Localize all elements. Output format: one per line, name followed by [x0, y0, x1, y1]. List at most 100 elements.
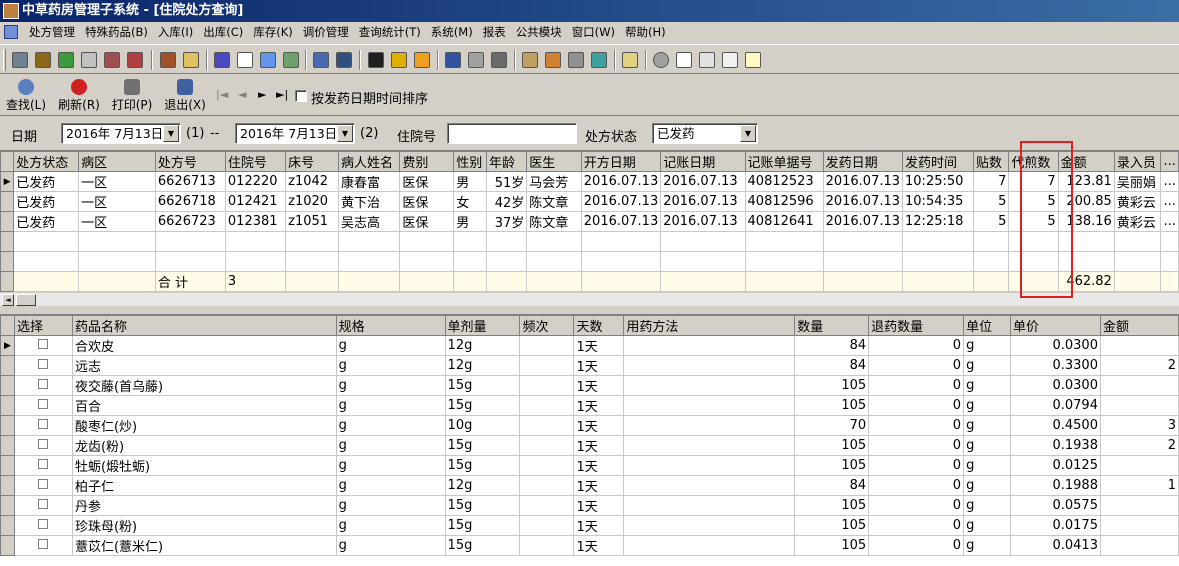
table-cell[interactable]: 0.0125 — [1010, 455, 1101, 476]
table-cell[interactable]: 10:25:50 — [902, 171, 974, 192]
table-cell[interactable]: 1天 — [573, 455, 625, 476]
table-cell[interactable]: 0 — [868, 535, 965, 556]
table-cell[interactable]: 1天 — [573, 375, 625, 396]
table-cell[interactable]: ... — [1160, 191, 1179, 212]
select-checkbox[interactable] — [38, 399, 49, 409]
toolbar-grip[interactable] — [3, 49, 6, 71]
table-row[interactable]: 龙齿(粉) g 15g 1天 105 0 g 0.1938 2 — [0, 435, 1179, 456]
table-cell[interactable]: g — [335, 355, 446, 376]
select-cell[interactable] — [13, 415, 73, 436]
column-header[interactable]: 退药数量 — [868, 315, 965, 336]
menu-item[interactable]: 窗口(W) — [567, 22, 620, 42]
table-cell[interactable]: 医保 — [399, 191, 455, 212]
table-cell[interactable] — [623, 395, 796, 416]
truck-icon[interactable] — [491, 52, 507, 68]
table-cell[interactable]: 柏子仁 — [71, 475, 337, 496]
table-cell[interactable]: 1天 — [573, 535, 625, 556]
select-cell[interactable] — [13, 475, 73, 496]
chart-icon[interactable] — [414, 52, 430, 68]
table-cell[interactable] — [519, 335, 575, 356]
book-icon[interactable] — [160, 52, 176, 68]
refresh-button[interactable]: 刷新(R) — [56, 79, 102, 113]
cascade-icon[interactable] — [699, 52, 715, 68]
cut-icon[interactable] — [127, 52, 143, 68]
table-cell[interactable]: 0 — [868, 435, 965, 456]
column-header[interactable]: 开方日期 — [580, 151, 662, 172]
table-row[interactable]: 百合 g 15g 1天 105 0 g 0.0794 — [0, 395, 1179, 416]
table-cell[interactable]: 一区 — [78, 171, 156, 192]
table-cell[interactable] — [623, 455, 796, 476]
table-cell[interactable] — [1099, 515, 1179, 536]
table-cell[interactable] — [519, 455, 575, 476]
table-cell[interactable]: g — [335, 395, 446, 416]
select-cell[interactable] — [13, 435, 73, 456]
table-cell[interactable]: 40812641 — [744, 211, 824, 232]
table-cell[interactable]: 0 — [868, 475, 965, 496]
column-header[interactable]: 费别 — [399, 151, 455, 172]
table-cell[interactable]: 薏苡仁(薏米仁) — [71, 535, 337, 556]
table-cell[interactable]: g — [963, 335, 1012, 356]
row-indicator[interactable] — [0, 515, 15, 536]
table-cell[interactable]: 6626723 — [154, 211, 226, 232]
table-cell[interactable]: g — [963, 435, 1012, 456]
table-cell[interactable]: 2016.07.13 — [580, 171, 662, 192]
table-cell[interactable]: 0 — [868, 375, 965, 396]
notepad-icon[interactable] — [745, 52, 761, 68]
select-checkbox[interactable] — [38, 439, 49, 449]
menu-item[interactable]: 报表 — [478, 22, 511, 42]
table-cell[interactable]: g — [335, 455, 446, 476]
column-header[interactable]: 床号 — [285, 151, 340, 172]
table-cell[interactable] — [519, 415, 575, 436]
table-cell[interactable]: 84 — [794, 335, 870, 356]
column-header[interactable]: 数量 — [794, 315, 870, 336]
table-cell[interactable]: z1042 — [285, 171, 340, 192]
table-cell[interactable]: 10:54:35 — [902, 191, 974, 212]
select-cell[interactable] — [13, 495, 73, 516]
table-cell[interactable] — [519, 475, 575, 496]
folder-icon[interactable] — [522, 52, 538, 68]
row-indicator[interactable] — [0, 535, 15, 556]
column-header[interactable]: 发药时间 — [902, 151, 974, 172]
table-cell[interactable] — [623, 515, 796, 536]
menu-item[interactable]: 查询统计(T) — [354, 22, 426, 42]
select-cell[interactable] — [13, 515, 73, 536]
table-cell[interactable]: 105 — [794, 495, 870, 516]
table-row[interactable]: 已发药 一区 6626723 012381 z1051 吴志高 医保男 37岁 陈文章 2016.… — [0, 211, 1179, 232]
table-cell[interactable]: 3 — [1099, 415, 1179, 436]
table-row[interactable]: 柏子仁 g 12g 1天 84 0 g 0.1988 1 — [0, 475, 1179, 496]
table-cell[interactable]: 女 — [453, 191, 488, 212]
table-cell[interactable]: g — [963, 495, 1012, 516]
select-checkbox[interactable] — [38, 339, 49, 349]
table-cell[interactable] — [519, 395, 575, 416]
select-cell[interactable] — [13, 375, 73, 396]
table-cell[interactable] — [623, 375, 796, 396]
bottle-icon[interactable] — [35, 52, 51, 68]
select-cell[interactable] — [13, 455, 73, 476]
table-cell[interactable]: 一区 — [78, 211, 156, 232]
row-indicator[interactable] — [0, 211, 15, 232]
table-cell[interactable]: 已发药 — [13, 211, 80, 232]
table-cell[interactable]: 1天 — [573, 435, 625, 456]
table-cell[interactable]: 2016.07.13 — [822, 171, 904, 192]
table-cell[interactable]: 龙齿(粉) — [71, 435, 337, 456]
table-cell[interactable]: g — [963, 395, 1012, 416]
select-checkbox[interactable] — [38, 519, 49, 529]
table-cell[interactable]: 105 — [794, 455, 870, 476]
table-cell[interactable]: 105 — [794, 515, 870, 536]
table-cell[interactable] — [519, 495, 575, 516]
table-cell[interactable]: 吴志高 — [338, 211, 401, 232]
column-header[interactable]: ... — [1160, 151, 1179, 172]
table-cell[interactable]: 男 — [453, 171, 488, 192]
table-row[interactable]: ▶ 已发药 一区 6626713 012220 z1042 康春富 医保男 51岁 马会芳 2016… — [0, 171, 1179, 192]
column-header[interactable]: 处方号 — [154, 151, 226, 172]
select-cell[interactable] — [13, 335, 73, 356]
select-checkbox[interactable] — [38, 499, 49, 509]
table-cell[interactable]: z1051 — [285, 211, 340, 232]
table-cell[interactable]: 2 — [1099, 355, 1179, 376]
menu-item[interactable]: 帮助(H) — [620, 22, 671, 42]
table-cell[interactable]: 0.3300 — [1010, 355, 1101, 376]
table-cell[interactable]: 医保 — [399, 211, 455, 232]
computer-icon[interactable] — [12, 52, 28, 68]
monitor-icon[interactable] — [336, 52, 352, 68]
list-icon[interactable] — [676, 52, 692, 68]
